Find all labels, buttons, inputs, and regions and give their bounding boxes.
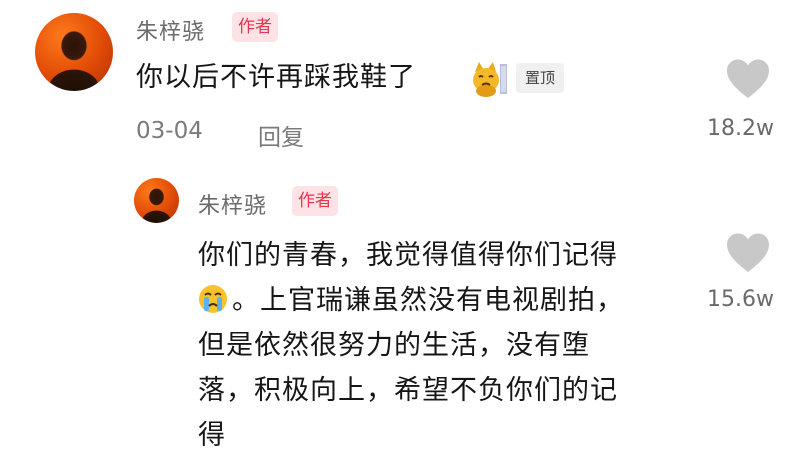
reply-line: 但是依然很努力的生活，没有堕 — [198, 330, 590, 361]
reply-line: 得 — [198, 420, 226, 451]
comment-text-content: 你以后不许再踩我鞋了 — [136, 62, 416, 93]
comment-text: 你以后不许再踩我鞋了 — [136, 58, 416, 98]
pinned-badge: 置顶 — [516, 63, 565, 93]
reply-line: 落，积极向上，希望不负你们的记 — [198, 375, 618, 406]
reply-like-heart-icon[interactable] — [725, 232, 771, 274]
comment-author-name[interactable]: 朱梓骁 — [136, 14, 205, 46]
comment-date: 03-04 — [136, 118, 203, 144]
author-badge: 作者 — [232, 12, 278, 42]
like-heart-icon[interactable] — [725, 58, 771, 100]
reply-author-avatar[interactable] — [134, 178, 179, 223]
author-avatar[interactable] — [35, 13, 113, 91]
reply-author-badge: 作者 — [292, 186, 338, 216]
cat-emoji — [470, 60, 508, 98]
reply-button[interactable]: 回复 — [258, 118, 304, 152]
reply-line-text: 。上官瑞谦虽然没有电视剧拍， — [232, 285, 624, 316]
reply-like-count: 15.6w — [707, 287, 774, 312]
reply-text: 你们的青春，我觉得值得你们记得 。上官瑞谦虽然没有电视剧拍， 但是依然很努力的生… — [198, 233, 708, 458]
reply-line: 你们的青春，我觉得值得你们记得 — [198, 240, 618, 271]
reply-author-name[interactable]: 朱梓骁 — [198, 188, 267, 220]
crying-face-emoji — [198, 283, 228, 328]
comment-like-count: 18.2w — [707, 116, 774, 141]
reply-line-with-emoji: 。上官瑞谦虽然没有电视剧拍， — [198, 278, 708, 323]
